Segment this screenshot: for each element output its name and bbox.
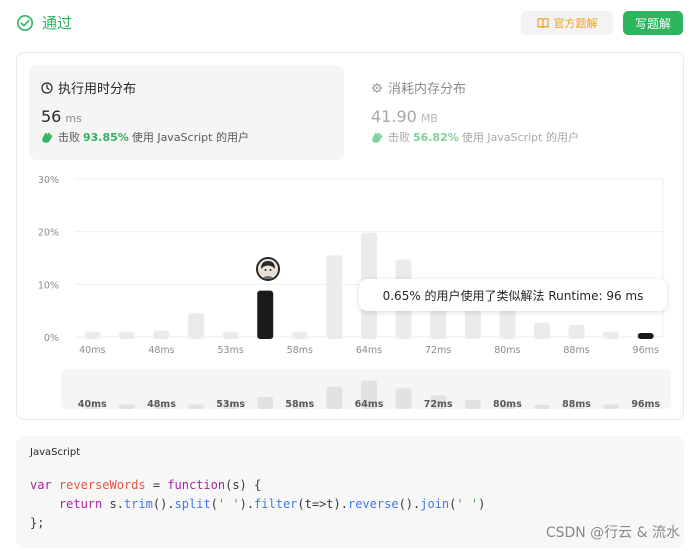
y-tick-label: 30% (38, 175, 59, 186)
x-tick-label: 58ms (287, 345, 313, 356)
user-face-icon (258, 259, 278, 279)
check-circle-icon (16, 14, 34, 31)
official-solution-button[interactable]: 官方题解 (521, 11, 613, 35)
status-text: 通过 (42, 14, 73, 32)
overview-tick-label: 96ms (631, 399, 660, 410)
code-token: function (167, 478, 226, 492)
x-tick-label: 48ms (148, 345, 174, 356)
runtime-bar (637, 333, 654, 339)
overview-bar (603, 404, 620, 409)
overview-bar (326, 386, 343, 409)
y-tick-label: 10% (38, 280, 59, 291)
distribution-card: 执行用时分布 56 ms 击败 93.85% 使用 JavaScript 的用户 … (16, 52, 684, 420)
overview-bar (533, 404, 550, 409)
overview-bar (395, 388, 412, 409)
runtime-bar (326, 255, 343, 339)
code-token: ' ' (217, 497, 240, 511)
code-token: reverse (347, 497, 399, 511)
code-token: filter (254, 497, 298, 511)
code-token: (t=>t). (297, 497, 348, 511)
runtime-bar (499, 310, 516, 339)
runtime-bar (188, 313, 205, 339)
runtime-bar (533, 322, 550, 339)
code-token: (s) { (225, 478, 262, 492)
runtime-bar (603, 331, 620, 339)
code-token: reverseWords (58, 478, 146, 492)
runtime-distribution-chart[interactable]: 30% 20% 10% 0% 40ms 48ms 53ms 58ms 64ms 72ms 80ms… (17, 53, 685, 421)
accepted-status: 通过 (16, 12, 72, 33)
runtime-bar (291, 331, 308, 339)
result-header: 通过 官方题解 写题解 (16, 11, 684, 36)
code-token: join (420, 497, 450, 511)
code-token: ' ' (456, 497, 479, 511)
overview-tick-label: 53ms (216, 399, 245, 410)
code-token: trim (123, 497, 153, 511)
x-tick-label: 64ms (356, 345, 382, 356)
overview-tick-label: 64ms (355, 399, 384, 410)
y-tick-label: 0% (44, 333, 59, 344)
x-tick-label: 96ms (633, 345, 659, 356)
runtime-bar (257, 290, 274, 339)
overview-bar (118, 404, 135, 409)
write-solution-button[interactable]: 写题解 (623, 11, 683, 35)
code-token: (). (152, 497, 175, 511)
runtime-bar (568, 324, 585, 339)
code-token: s. (102, 497, 124, 511)
overview-tick-label: 88ms (562, 399, 591, 410)
watermark: CSDN @行云 & 流水 (545, 525, 680, 541)
runtime-bar (153, 330, 170, 339)
overview-bar (188, 404, 205, 409)
x-tick-label: 80ms (494, 345, 520, 356)
y-tick-label: 20% (38, 228, 59, 239)
overview-tick-label: 58ms (285, 399, 314, 410)
book-icon (536, 18, 549, 29)
code-token: = (145, 478, 168, 492)
overview-tick-label: 72ms (424, 399, 453, 410)
code-token: return (58, 497, 103, 511)
x-tick-label: 40ms (79, 345, 105, 356)
runtime-bar (84, 331, 101, 339)
overview-tick-label: 80ms (493, 399, 522, 410)
overview-tick-label: 48ms (147, 399, 176, 410)
x-tick-label: 72ms (425, 345, 451, 356)
code-token: }; (30, 516, 45, 530)
code-token: ) (478, 497, 486, 511)
overview-bar (464, 399, 481, 409)
code-token: ). (239, 497, 255, 511)
overview-tick-label: 40ms (78, 399, 107, 410)
code-token: var (30, 478, 52, 492)
overview-bar (257, 397, 274, 409)
runtime-bar (222, 331, 239, 339)
x-tick-label: 53ms (217, 345, 243, 356)
bar-tooltip: 0.65% 的用户使用了类似解法 Runtime: 96 ms (359, 279, 667, 311)
official-solution-label: 官方题解 (553, 17, 598, 30)
x-tick-label: 88ms (563, 345, 589, 356)
code-token: split (174, 497, 211, 511)
code-language: JavaScript (30, 447, 81, 458)
code-token: (). (398, 497, 421, 511)
runtime-bar (118, 331, 135, 339)
user-avatar (256, 257, 280, 281)
